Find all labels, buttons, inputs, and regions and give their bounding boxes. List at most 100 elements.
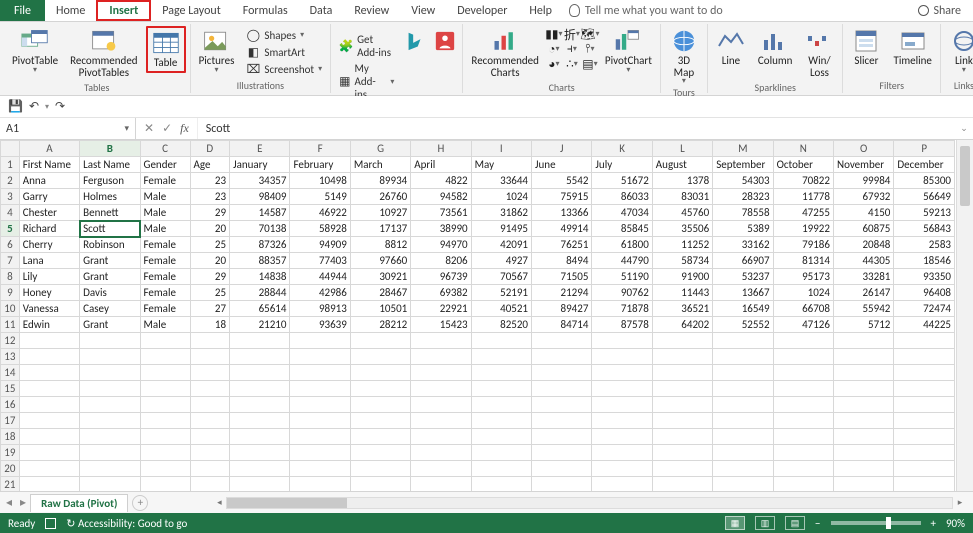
cell[interactable] [471, 397, 531, 413]
cell[interactable]: 58928 [290, 221, 350, 237]
cell[interactable]: 47255 [773, 205, 833, 221]
cell[interactable] [80, 413, 140, 429]
cell[interactable]: 26760 [350, 189, 410, 205]
cell[interactable] [350, 413, 410, 429]
cell[interactable] [350, 445, 410, 461]
cell[interactable] [592, 381, 652, 397]
cell[interactable]: 42986 [290, 285, 350, 301]
save-icon[interactable]: 💾 [8, 99, 23, 114]
cell[interactable]: Male [140, 189, 190, 205]
cell[interactable]: 99984 [833, 173, 893, 189]
cell[interactable] [80, 349, 140, 365]
cell[interactable] [80, 365, 140, 381]
cell[interactable] [290, 477, 350, 492]
cell[interactable] [713, 349, 773, 365]
cell[interactable]: 8812 [350, 237, 410, 253]
cell[interactable] [230, 349, 290, 365]
cell[interactable]: 67932 [833, 189, 893, 205]
cell[interactable] [713, 477, 773, 492]
cell[interactable]: Female [140, 285, 190, 301]
cell[interactable]: 93639 [290, 317, 350, 333]
cell[interactable]: 70822 [773, 173, 833, 189]
cell[interactable]: 40521 [471, 301, 531, 317]
cell[interactable] [230, 477, 290, 492]
cell[interactable] [773, 333, 833, 349]
cell[interactable] [652, 365, 712, 381]
hierarchy-chart-icon[interactable]: ◔▾ [547, 42, 561, 56]
cell[interactable]: 4822 [411, 173, 471, 189]
cell[interactable] [19, 429, 79, 445]
cell[interactable] [190, 477, 230, 492]
cell[interactable]: 85300 [894, 173, 955, 189]
cell[interactable] [230, 445, 290, 461]
cell[interactable]: 97660 [350, 253, 410, 269]
cell[interactable]: 79186 [773, 237, 833, 253]
cell[interactable] [471, 381, 531, 397]
cell[interactable] [411, 397, 471, 413]
cell[interactable]: 94970 [411, 237, 471, 253]
cell[interactable]: 98913 [290, 301, 350, 317]
name-box[interactable]: A1 ▾ [0, 118, 136, 139]
cell[interactable] [894, 477, 955, 492]
cell[interactable] [532, 477, 592, 492]
cell[interactable]: 93350 [894, 269, 955, 285]
sheet-tab-active[interactable]: Raw Data (Pivot) [30, 494, 128, 512]
cell[interactable]: 21210 [230, 317, 290, 333]
cell[interactable]: 58734 [652, 253, 712, 269]
stat-chart-icon[interactable]: ⫞▾ [565, 42, 579, 56]
cell[interactable]: 95173 [773, 269, 833, 285]
cell[interactable] [471, 429, 531, 445]
cell[interactable] [592, 413, 652, 429]
cell[interactable]: 65614 [230, 301, 290, 317]
cell[interactable] [411, 445, 471, 461]
cell[interactable]: 31862 [471, 205, 531, 221]
cell[interactable]: 73561 [411, 205, 471, 221]
cell[interactable] [190, 429, 230, 445]
cell[interactable] [833, 413, 893, 429]
cell[interactable]: 76251 [532, 237, 592, 253]
cell[interactable]: 25 [190, 237, 230, 253]
cell[interactable]: Anna [19, 173, 79, 189]
zoom-value[interactable]: 90% [946, 517, 965, 530]
col-header-F[interactable]: F [290, 141, 350, 157]
cell[interactable]: Female [140, 301, 190, 317]
col-header-I[interactable]: I [471, 141, 531, 157]
cell[interactable]: Lana [19, 253, 79, 269]
cell[interactable] [19, 333, 79, 349]
cell[interactable] [80, 429, 140, 445]
recommended-charts-button[interactable]: Recommended Charts [467, 26, 542, 80]
view-normal-icon[interactable]: ▦ [725, 516, 745, 530]
cell[interactable] [190, 397, 230, 413]
tab-developer[interactable]: Developer [446, 0, 518, 21]
cell[interactable]: 4150 [833, 205, 893, 221]
formula-input[interactable]: Scott [198, 118, 955, 139]
cell[interactable] [190, 461, 230, 477]
cell[interactable] [532, 397, 592, 413]
cell[interactable]: October [773, 157, 833, 173]
cell[interactable]: 17137 [350, 221, 410, 237]
row-header-4[interactable]: 4 [1, 205, 20, 221]
cell[interactable]: 88357 [230, 253, 290, 269]
cell[interactable] [19, 365, 79, 381]
cell[interactable] [190, 365, 230, 381]
cell[interactable] [833, 365, 893, 381]
col-header-P[interactable]: P [894, 141, 955, 157]
horizontal-scrollbar[interactable] [226, 497, 953, 509]
cell[interactable]: July [592, 157, 652, 173]
cell[interactable] [773, 349, 833, 365]
undo-icon[interactable]: ↶ [29, 99, 39, 114]
zoom-slider[interactable] [831, 521, 921, 525]
cell[interactable]: 89934 [350, 173, 410, 189]
col-header-L[interactable]: L [652, 141, 712, 157]
cell[interactable]: Richard [19, 221, 79, 237]
vertical-scroll-thumb[interactable] [960, 146, 970, 206]
row-header-8[interactable]: 8 [1, 269, 20, 285]
col-header-E[interactable]: E [230, 141, 290, 157]
tab-help[interactable]: Help [518, 0, 563, 21]
zoom-out[interactable]: − [815, 517, 820, 530]
col-header-D[interactable]: D [190, 141, 230, 157]
cell[interactable] [140, 381, 190, 397]
cell[interactable] [532, 445, 592, 461]
cell[interactable]: 8206 [411, 253, 471, 269]
cell[interactable]: 78558 [713, 205, 773, 221]
